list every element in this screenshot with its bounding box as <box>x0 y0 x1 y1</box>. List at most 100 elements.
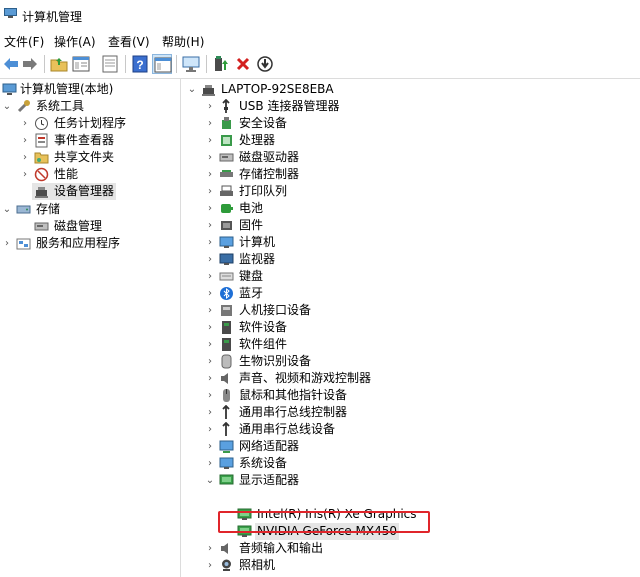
update-driver-icon[interactable] <box>211 54 231 74</box>
menu-view[interactable]: 查看(V) <box>108 33 150 50</box>
chevron-right-icon[interactable]: › <box>205 132 215 149</box>
computer-management-icon <box>2 82 17 97</box>
chevron-right-icon[interactable]: › <box>205 285 215 302</box>
chevron-right-icon[interactable]: › <box>205 166 215 183</box>
system-device-icon <box>219 456 234 471</box>
chevron-down-icon[interactable]: ⌄ <box>2 98 12 115</box>
chevron-right-icon[interactable]: › <box>205 234 215 251</box>
highlight-box <box>218 511 430 533</box>
tree-label: 服务和应用程序 <box>36 236 121 250</box>
scan-download-icon[interactable] <box>255 54 275 74</box>
properties-icon[interactable] <box>71 54 91 74</box>
tree-label: 生物识别设备 <box>239 354 312 368</box>
tree-label: USB 连接器管理器 <box>239 99 340 113</box>
security-device-icon <box>219 116 234 131</box>
chevron-right-icon[interactable]: › <box>20 132 30 149</box>
chevron-right-icon[interactable]: › <box>205 438 215 455</box>
software-device-icon <box>219 320 234 335</box>
menu-help[interactable]: 帮助(H) <box>162 33 204 50</box>
chevron-right-icon[interactable]: › <box>205 557 215 574</box>
chevron-right-icon[interactable]: › <box>20 115 30 132</box>
tree-label: 声音、视频和游戏控制器 <box>239 371 372 385</box>
export-list-icon[interactable] <box>100 54 120 74</box>
tree-item-device-manager[interactable]: 设备管理器 <box>32 183 116 200</box>
tree-label: 存储 <box>36 202 61 216</box>
chevron-right-icon[interactable]: › <box>2 235 12 252</box>
chevron-right-icon[interactable]: › <box>205 540 215 557</box>
tree-label: 计算机管理(本地) <box>20 82 114 96</box>
chevron-right-icon[interactable]: › <box>205 149 215 166</box>
disk-drive-icon <box>219 150 234 165</box>
services-icon <box>16 236 31 251</box>
uninstall-x-icon[interactable] <box>233 54 253 74</box>
computer-root-icon <box>201 82 216 97</box>
chevron-right-icon[interactable]: › <box>205 302 215 319</box>
monitor-icon[interactable] <box>181 54 201 74</box>
tree-label: 事件查看器 <box>54 133 115 147</box>
toolbar-separator <box>44 55 45 73</box>
chevron-right-icon[interactable]: › <box>205 200 215 217</box>
camera-icon <box>219 558 234 573</box>
usb-icon <box>219 99 234 114</box>
chevron-down-icon[interactable]: ⌄ <box>187 81 197 98</box>
disk-icon <box>34 219 49 234</box>
clock-icon <box>34 116 49 131</box>
network-adapter-icon <box>219 439 234 454</box>
menu-action[interactable]: 操作(A) <box>54 33 96 50</box>
chevron-right-icon[interactable]: › <box>205 183 215 200</box>
tree-label: 蓝牙 <box>239 286 264 300</box>
svg-text:?: ? <box>136 58 143 72</box>
chevron-right-icon[interactable]: › <box>205 404 215 421</box>
tree-label: 软件设备 <box>239 320 288 334</box>
tree-label: LAPTOP-92SE8EBA <box>221 82 334 96</box>
chevron-right-icon[interactable]: › <box>205 387 215 404</box>
performance-icon <box>34 167 49 182</box>
folder-up-icon[interactable] <box>49 54 69 74</box>
chevron-right-icon[interactable]: › <box>205 319 215 336</box>
chevron-right-icon[interactable]: › <box>205 115 215 132</box>
tree-label: 计算机 <box>239 235 276 249</box>
event-viewer-icon <box>34 133 49 148</box>
tree-label: 网络适配器 <box>239 439 300 453</box>
print-queue-icon <box>219 184 234 199</box>
biometric-icon <box>219 354 234 369</box>
device-manager-icon <box>34 184 49 199</box>
tree-label: 鼠标和其他指针设备 <box>239 388 348 402</box>
chevron-right-icon[interactable]: › <box>20 149 30 166</box>
help-icon[interactable]: ? <box>130 54 150 74</box>
speaker-icon <box>219 541 234 556</box>
keyboard-icon <box>219 269 234 284</box>
storage-icon <box>16 202 31 217</box>
device-tree: ⌄ LAPTOP-92SE8EBA › USB 连接器管理器 › 安全设备 › 处理器 › 磁… <box>185 79 640 577</box>
sound-icon <box>219 371 234 386</box>
chevron-right-icon[interactable]: › <box>205 455 215 472</box>
chevron-right-icon[interactable]: › <box>205 217 215 234</box>
forward-arrow-icon[interactable] <box>20 54 40 74</box>
battery-icon <box>219 201 234 216</box>
tree-label: 设备管理器 <box>54 184 115 198</box>
chevron-right-icon[interactable]: › <box>205 251 215 268</box>
tree-label: 通用串行总线设备 <box>239 422 336 436</box>
tree-label: 存储控制器 <box>239 167 300 181</box>
back-arrow-icon[interactable] <box>1 54 21 74</box>
chevron-right-icon[interactable]: › <box>20 166 30 183</box>
toolbar-separator <box>176 55 177 73</box>
menu-file[interactable]: 文件(F) <box>4 33 44 50</box>
chevron-down-icon[interactable]: ⌄ <box>2 201 12 218</box>
display-adapter-icon <box>219 473 234 488</box>
chevron-right-icon[interactable]: › <box>205 421 215 438</box>
software-component-icon <box>219 337 234 352</box>
monitor-icon <box>219 252 234 267</box>
chevron-right-icon[interactable]: › <box>205 353 215 370</box>
tree-label: 音频输入和输出 <box>239 541 324 555</box>
chevron-right-icon[interactable]: › <box>205 336 215 353</box>
show-pane-icon[interactable] <box>152 54 172 74</box>
tree-label: 性能 <box>54 167 79 181</box>
chevron-right-icon[interactable]: › <box>205 98 215 115</box>
navigation-tree: 计算机管理(本地) ⌄ 系统工具 › 任务计划程序 › 事件查看器 › 共享文件… <box>0 79 181 577</box>
chevron-right-icon[interactable]: › <box>205 268 215 285</box>
toolbar-separator <box>206 55 207 73</box>
chevron-right-icon[interactable]: › <box>205 370 215 387</box>
chevron-down-icon[interactable]: ⌄ <box>205 472 215 489</box>
tree-label: 通用串行总线控制器 <box>239 405 348 419</box>
